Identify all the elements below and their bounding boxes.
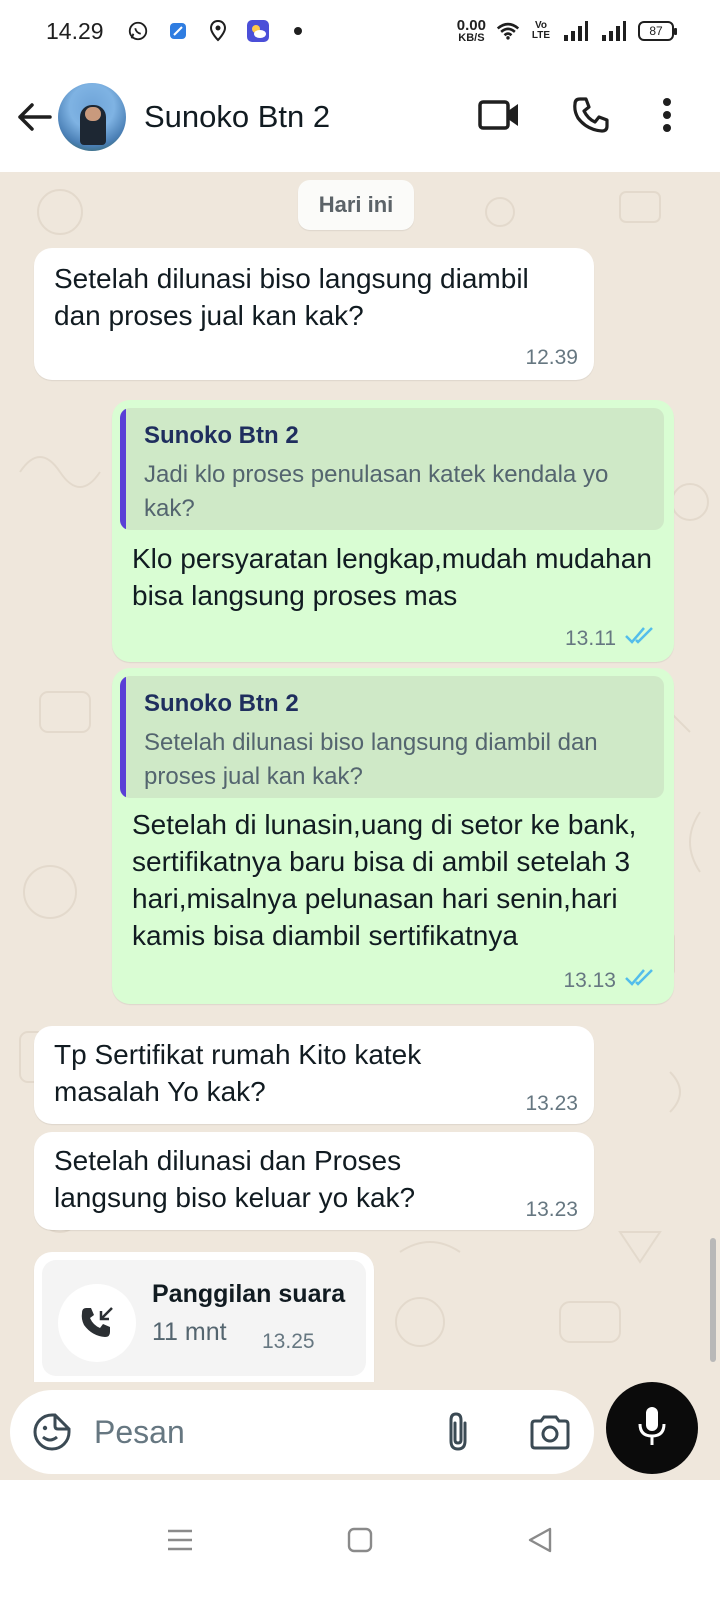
quoted-sender: Sunoko Btn 2 — [144, 690, 299, 717]
message-timestamp: 13.23 — [525, 1092, 578, 1115]
incoming-call-icon — [58, 1284, 136, 1362]
chat-area[interactable]: Hari ini Setelah dilunasi biso langsung … — [0, 172, 720, 1382]
message-time: 13.11 — [565, 626, 658, 652]
home-nav-icon[interactable] — [340, 1520, 380, 1560]
quoted-text: Jadi klo proses penulasan katek kendala … — [144, 461, 609, 522]
app-icon — [166, 19, 190, 43]
message-timestamp: 13.23 — [525, 1198, 578, 1221]
voice-call-card[interactable]: Panggilan suara 11 mnt 13.25 — [42, 1260, 366, 1376]
call-time: 13.25 — [262, 1330, 315, 1353]
mic-icon — [637, 1405, 667, 1452]
composer-area — [0, 1382, 720, 1480]
back-nav-icon[interactable] — [520, 1520, 560, 1560]
quoted-text: Setelah dilunasi biso langsung diambil d… — [144, 729, 598, 790]
net-speed-unit: KB/S — [458, 32, 485, 44]
mic-button[interactable] — [606, 1382, 698, 1474]
message-text: Setelah dilunasi biso langsung diambil d… — [54, 263, 529, 331]
quoted-message[interactable]: Sunoko Btn 2 Jadi klo proses penulasan k… — [120, 408, 664, 530]
signal-icon — [562, 19, 590, 43]
battery-level: 87 — [649, 24, 663, 38]
message-composer — [10, 1390, 594, 1474]
location-icon — [206, 19, 230, 43]
quoted-sender: Sunoko Btn 2 — [144, 422, 299, 449]
message-bubble-incoming[interactable]: Tp Sertifikat rumah Kito katek masalah Y… — [34, 1026, 594, 1124]
contact-name[interactable]: Sunoko Btn 2 — [144, 99, 330, 135]
emoji-icon[interactable] — [30, 1410, 74, 1454]
quoted-message[interactable]: Sunoko Btn 2 Setelah dilunasi biso langs… — [120, 676, 664, 798]
scrollbar[interactable] — [710, 1238, 716, 1362]
message-input[interactable] — [94, 1413, 414, 1451]
call-duration: 11 mnt — [152, 1318, 227, 1346]
message-bubble-incoming[interactable]: Setelah dilunasi dan Proses langsung bis… — [34, 1132, 594, 1230]
signal-icon — [600, 19, 628, 43]
back-arrow-icon[interactable] — [14, 97, 54, 137]
status-time: 14.29 — [46, 17, 104, 44]
more-vert-icon[interactable] — [662, 97, 672, 138]
dot-icon — [286, 19, 310, 43]
phone-icon[interactable] — [572, 96, 610, 139]
message-timestamp: 13.11 — [565, 627, 616, 650]
whatsapp-icon — [126, 19, 150, 43]
call-title: Panggilan suara — [152, 1280, 346, 1308]
status-bar: 14.29 0.00 KB/S Vo LTE 87 — [0, 0, 720, 62]
net-speed-value: 0.00 — [456, 17, 486, 34]
read-ticks-icon — [624, 968, 658, 994]
video-call-icon[interactable] — [478, 99, 520, 135]
menu-nav-icon[interactable] — [160, 1520, 200, 1560]
message-bubble-outgoing[interactable]: Sunoko Btn 2 Jadi klo proses penulasan k… — [112, 400, 674, 662]
message-bubble-incoming[interactable]: Setelah dilunasi biso langsung diambil d… — [34, 248, 594, 380]
message-timestamp: 13.13 — [563, 969, 616, 992]
message-timestamp: 12.39 — [525, 346, 578, 369]
volte-label: Vo LTE — [531, 20, 551, 41]
camera-icon[interactable] — [526, 1410, 574, 1454]
message-time: 12.39 — [525, 346, 578, 370]
net-speed: 0.00 KB/S — [457, 18, 486, 44]
message-bubble-outgoing[interactable]: Sunoko Btn 2 Setelah dilunasi biso langs… — [112, 668, 674, 1004]
weather-icon — [246, 19, 270, 43]
message-text: Tp Sertifikat rumah Kito katek masalah Y… — [54, 1039, 422, 1107]
avatar[interactable] — [58, 83, 126, 151]
attach-icon[interactable] — [436, 1410, 480, 1454]
read-ticks-icon — [624, 626, 658, 652]
system-nav-bar — [0, 1480, 720, 1600]
message-text: Klo persyaratan lengkap,mudah mudahan bi… — [132, 543, 652, 611]
message-time: 13.23 — [525, 1198, 578, 1222]
message-time: 13.13 — [563, 968, 658, 994]
message-text: Setelah dilunasi dan Proses langsung bis… — [54, 1145, 416, 1213]
message-text: Setelah di lunasin,uang di setor ke bank… — [132, 809, 637, 951]
chat-header: Sunoko Btn 2 — [0, 62, 720, 172]
date-divider: Hari ini — [298, 180, 414, 230]
battery-icon: 87 — [638, 21, 677, 41]
message-time: 13.23 — [525, 1092, 578, 1116]
wifi-icon — [496, 19, 520, 43]
